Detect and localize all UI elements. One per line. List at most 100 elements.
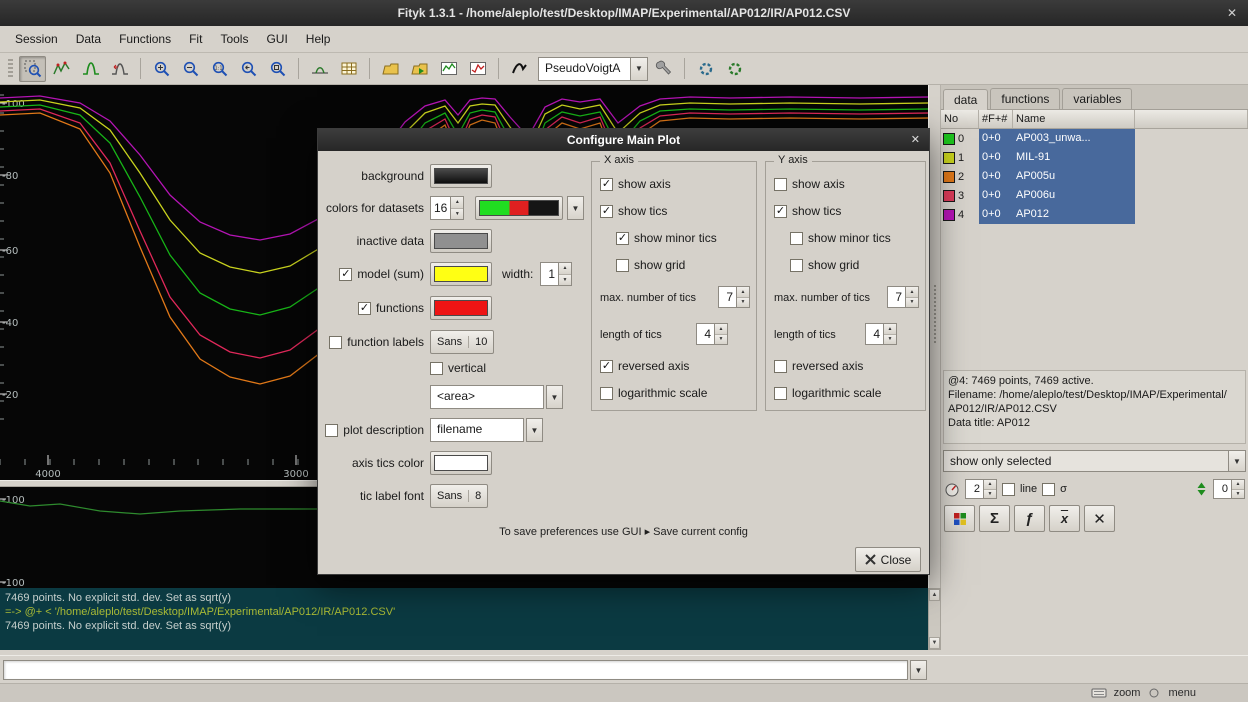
col-no[interactable]: No [941, 110, 979, 128]
col-f[interactable]: #F+# [979, 110, 1013, 128]
labels-content-dropdown-button[interactable]: ▼ [546, 385, 563, 409]
x-minor-tics-checkbox[interactable]: ✓ [616, 232, 629, 245]
dataset-color-swatch[interactable] [943, 171, 955, 183]
spin-down-button[interactable]: ▼ [1232, 489, 1244, 499]
chevron-down-icon[interactable]: ▼ [911, 661, 926, 679]
dialog-close-icon[interactable]: ✕ [911, 133, 920, 146]
description-dropdown-button[interactable]: ▼ [526, 418, 543, 442]
zoom-in-button[interactable] [148, 56, 175, 82]
y-tic-len-spinner[interactable]: 4 ▲▼ [865, 323, 897, 345]
inactive-color-button[interactable] [430, 229, 492, 253]
col-name[interactable]: Name [1013, 110, 1135, 128]
tab-variables[interactable]: variables [1062, 88, 1132, 109]
data-view-button[interactable] [48, 56, 75, 82]
y-show-grid-checkbox[interactable] [790, 259, 803, 272]
function-type-combobox[interactable]: PseudoVoigtA ▼ [538, 57, 648, 81]
menu-item-data[interactable]: Data [67, 27, 110, 51]
y-minor-tics-checkbox[interactable] [790, 232, 803, 245]
command-history-button[interactable]: ▼ [910, 660, 927, 680]
command-input[interactable] [3, 660, 908, 680]
edit-data-button[interactable] [944, 505, 975, 532]
spin-up-button[interactable]: ▲ [737, 287, 749, 297]
function-labels-checkbox[interactable] [329, 336, 342, 349]
dataset-row[interactable]: 0 0+0 AP003_unwa... [941, 129, 1248, 148]
drag-peak-button[interactable] [106, 56, 133, 82]
print-plot-button[interactable] [464, 56, 491, 82]
point-size-spinner[interactable]: 2 ▲▼ [965, 479, 997, 499]
show-filter-combobox[interactable]: show only selected ▼ [943, 450, 1246, 472]
zoom-100-button[interactable]: 1:1 [206, 56, 233, 82]
chevron-down-icon[interactable]: ▼ [630, 58, 647, 80]
dataset-row[interactable]: 1 0+0 MIL-91 [941, 148, 1248, 167]
chevron-down-icon[interactable]: ▼ [1228, 451, 1245, 471]
x-log-checkbox[interactable] [600, 387, 613, 400]
model-color-button[interactable] [430, 262, 492, 286]
y-reversed-checkbox[interactable] [774, 360, 787, 373]
y-max-tics-spinner[interactable]: 7 ▲▼ [887, 286, 919, 308]
transform-button[interactable]: x [1049, 505, 1080, 532]
axis-tics-color-button[interactable] [430, 451, 492, 475]
colors-count-spinner[interactable]: 16 ▲▼ [430, 196, 464, 220]
spin-down-button[interactable]: ▼ [715, 334, 727, 345]
menu-item-functions[interactable]: Functions [110, 27, 180, 51]
tab-functions[interactable]: functions [990, 88, 1060, 109]
toolbar-grip[interactable] [8, 59, 13, 79]
y-show-tics-checkbox[interactable]: ✓ [774, 205, 787, 218]
spin-down-button[interactable]: ▼ [884, 334, 896, 345]
tic-font-button[interactable]: Sans 8 [430, 484, 488, 508]
background-color-button[interactable] [430, 164, 492, 188]
shift-spinner[interactable]: 0 ▲▼ [1213, 479, 1245, 499]
x-show-axis-checkbox[interactable]: ✓ [600, 178, 613, 191]
spin-down-button[interactable]: ▼ [984, 489, 996, 499]
dataset-color-swatch[interactable] [943, 133, 955, 145]
tab-data[interactable]: data [943, 89, 988, 110]
spin-down-button[interactable]: ▼ [737, 297, 749, 308]
zoom-all-button[interactable] [264, 56, 291, 82]
description-combobox[interactable]: filename [430, 418, 524, 442]
dataset-row[interactable]: 4 0+0 AP012 [941, 205, 1248, 224]
spin-up-button[interactable]: ▲ [715, 324, 727, 334]
plot-description-checkbox[interactable] [325, 424, 338, 437]
dialog-close-button[interactable]: Close [855, 547, 921, 572]
window-close-button[interactable]: ✕ [1227, 6, 1237, 20]
clear-button[interactable] [506, 56, 533, 82]
sum-button[interactable]: Σ [979, 505, 1010, 532]
add-peak-button[interactable] [77, 56, 104, 82]
line-checkbox[interactable] [1002, 483, 1015, 496]
delete-dataset-button[interactable]: ✕ [1084, 505, 1115, 532]
spin-up-button[interactable]: ▲ [451, 197, 463, 208]
dataset-color-swatch[interactable] [943, 190, 955, 202]
menu-item-session[interactable]: Session [6, 27, 67, 51]
model-width-spinner[interactable]: 1 ▲▼ [540, 262, 572, 286]
open-file-button[interactable] [377, 56, 404, 82]
menu-label[interactable]: menu [1168, 687, 1196, 699]
dataset-color-swatch[interactable] [943, 152, 955, 164]
dialog-title-bar[interactable]: Configure Main Plot ✕ [318, 129, 929, 151]
function-button[interactable]: ƒ [1014, 505, 1045, 532]
console-scrollbar[interactable]: ▲ ▼ [928, 588, 941, 650]
spin-up-button[interactable]: ▲ [906, 287, 918, 297]
x-reversed-checkbox[interactable]: ✓ [600, 360, 613, 373]
menu-item-fit[interactable]: Fit [180, 27, 211, 51]
fit-run-button[interactable] [692, 56, 719, 82]
labels-content-combobox[interactable]: <area> [430, 385, 544, 409]
spin-down-button[interactable]: ▼ [451, 208, 463, 220]
data-table-button[interactable] [335, 56, 362, 82]
vertical-checkbox[interactable] [430, 362, 443, 375]
save-image-button[interactable] [435, 56, 462, 82]
baseline-button[interactable] [306, 56, 333, 82]
menu-item-help[interactable]: Help [297, 27, 340, 51]
x-tic-len-spinner[interactable]: 4 ▲▼ [696, 323, 728, 345]
y-log-checkbox[interactable] [774, 387, 787, 400]
dataset-colors-gradient-button[interactable] [475, 196, 563, 220]
y-show-axis-checkbox[interactable] [774, 178, 787, 191]
dataset-color-swatch[interactable] [943, 209, 955, 221]
scroll-up-icon[interactable]: ▲ [929, 589, 940, 601]
spin-up-button[interactable]: ▲ [884, 324, 896, 334]
zoom-label[interactable]: zoom [1114, 687, 1141, 699]
zoom-out-button[interactable] [177, 56, 204, 82]
labels-font-button[interactable]: Sans 10 [430, 330, 494, 354]
colors-dropdown-button[interactable]: ▼ [567, 196, 584, 220]
menu-item-tools[interactable]: Tools [211, 27, 257, 51]
x-max-tics-spinner[interactable]: 7 ▲▼ [718, 286, 750, 308]
